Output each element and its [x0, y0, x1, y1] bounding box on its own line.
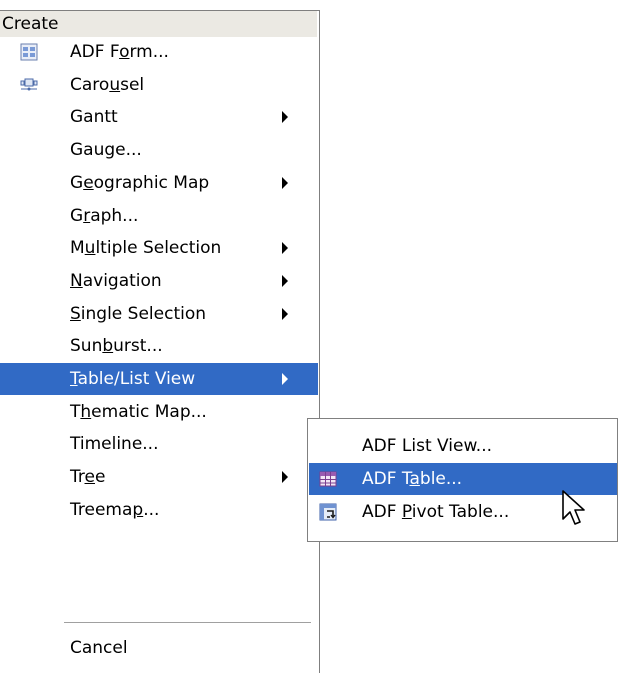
cancel-label: Cancel	[70, 638, 128, 658]
menu-item-label: Timeline...	[70, 434, 159, 454]
mnemonic-letter: e	[83, 172, 94, 193]
mnemonic-letter: p	[132, 499, 144, 520]
menu-item-label: Single Selection	[70, 304, 206, 324]
mnemonic-letter: e	[84, 467, 95, 488]
label-text: Caro	[70, 74, 110, 95]
label-text: ingle Selection	[80, 303, 207, 324]
menu-item-label: Tree	[70, 467, 105, 487]
menu-item-label: Multiple Selection	[70, 238, 221, 258]
label-text: G	[70, 172, 84, 193]
menu-item[interactable]: Thematic Map...	[0, 396, 318, 428]
label-text: Sun	[70, 336, 103, 357]
menu-item[interactable]: Gantt	[0, 101, 318, 133]
mnemonic-letter: h	[80, 401, 92, 422]
menu-item[interactable]: Multiple Selection	[0, 232, 318, 264]
menu-item-label: ADF List View...	[362, 436, 492, 456]
submenu-item[interactable]: ADF List View...	[309, 430, 617, 462]
menu-item-label: Carousel	[70, 75, 144, 95]
mouse-pointer-icon	[562, 490, 585, 525]
label-text: ADF F	[70, 42, 120, 62]
menu-header-label: Create	[2, 14, 59, 34]
label-text: ltiple Selection	[95, 238, 222, 259]
menu-item[interactable]: Gauge...	[0, 134, 318, 166]
label-text: ble...	[419, 469, 463, 489]
menu-item-label: ADF Table...	[362, 469, 462, 489]
adf-table-icon	[319, 470, 337, 488]
pivot-table-icon	[319, 503, 337, 521]
label-text: ematic Map...	[91, 401, 207, 422]
menu-item-label: ADF Form...	[70, 42, 169, 62]
menu-item-label: Gauge...	[70, 140, 142, 160]
mnemonic-letter: o	[119, 42, 130, 62]
submenu-arrow-icon	[282, 111, 288, 124]
label-text: e	[94, 467, 106, 488]
label-text: Treema	[70, 499, 133, 520]
label-text: aph...	[90, 205, 139, 226]
menu-item[interactable]: Sunburst...	[0, 330, 318, 362]
mnemonic-letter: T	[70, 369, 78, 389]
submenu-arrow-icon	[282, 373, 288, 385]
label-text: urst...	[113, 336, 163, 357]
menu-item[interactable]: Timeline...	[0, 428, 318, 460]
menu-item[interactable]: Tree	[0, 461, 318, 493]
submenu-arrow-icon	[282, 274, 288, 287]
label-text: ADF	[362, 502, 402, 522]
menu-item-label: Gantt	[70, 107, 118, 127]
label-text: sel	[120, 74, 145, 95]
menu-separator	[64, 622, 311, 623]
menu-item[interactable]: Graph...	[0, 200, 318, 232]
mnemonic-letter: N	[70, 270, 83, 291]
menu-item[interactable]: ADF Form...	[0, 36, 318, 68]
menu-item[interactable]: Carousel	[0, 69, 318, 101]
label-text: ADF T	[362, 469, 410, 489]
menu-item[interactable]: Table/List View	[0, 363, 318, 395]
menu-item-label: Table/List View	[70, 369, 195, 389]
menu-item-label: ADF Pivot Table...	[362, 502, 509, 522]
label-text: M	[70, 238, 85, 259]
menu-item[interactable]: Geographic Map	[0, 167, 318, 199]
menu-item-label: Navigation	[70, 271, 162, 291]
mnemonic-letter: S	[70, 303, 81, 324]
submenu-arrow-icon	[282, 176, 288, 189]
label-text: able/List View	[77, 369, 196, 389]
label-text: Gantt	[70, 107, 118, 128]
label-text: G	[70, 205, 84, 226]
carousel-icon	[20, 76, 38, 94]
menu-item-label: Treemap...	[70, 500, 159, 520]
menu-item-label: Thematic Map...	[70, 402, 207, 422]
cancel-menu-item[interactable]: Cancel	[0, 632, 318, 664]
label-text: rm...	[129, 42, 169, 62]
label-text: ADF List View...	[362, 436, 493, 456]
label-text: ivot Table...	[411, 502, 510, 522]
label-text: T	[70, 401, 81, 422]
adf-form-icon	[20, 43, 38, 61]
submenu-arrow-icon	[282, 242, 288, 255]
submenu-arrow-icon	[282, 471, 288, 484]
submenu-arrow-icon	[282, 307, 288, 320]
label-text: ...	[143, 499, 160, 520]
mnemonic-letter: a	[409, 469, 420, 489]
mnemonic-letter: u	[109, 74, 121, 95]
label-text: avigation	[82, 270, 162, 291]
menu-item-label: Sunburst...	[70, 336, 163, 356]
menu-item[interactable]: Navigation	[0, 265, 318, 297]
label-text: ographic Map	[93, 172, 210, 193]
mnemonic-letter: u	[84, 238, 96, 259]
mnemonic-letter: P	[401, 502, 412, 522]
menu-header: Create	[0, 11, 317, 37]
menu-item-label: Graph...	[70, 206, 138, 226]
menu-item-label: Geographic Map	[70, 173, 209, 193]
label-text: Tr	[70, 467, 85, 488]
menu-item[interactable]: Treemap...	[0, 494, 318, 526]
label-text: Timeline...	[70, 434, 159, 455]
mnemonic-letter: b	[102, 336, 114, 357]
label-text: Gauge...	[70, 140, 142, 161]
menu-item[interactable]: Single Selection	[0, 298, 318, 330]
